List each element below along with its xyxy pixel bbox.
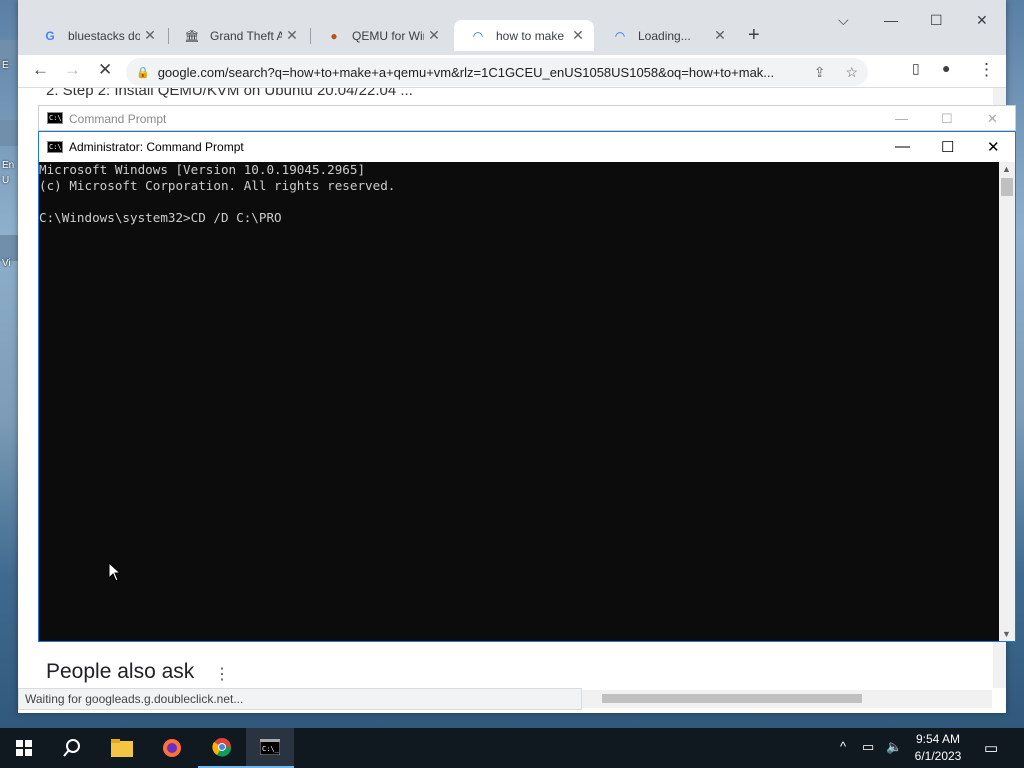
volume-muted-icon[interactable]: 🔈 [886, 739, 902, 755]
tab-strip: G bluestacks do ✕ 🏛 Grand Theft A ✕ ● QE… [18, 0, 1006, 55]
console-prompt-line: C:\Windows\system32>CD /D C:\PRO [39, 210, 282, 225]
close-icon[interactable]: ✕ [987, 138, 1000, 156]
cmd-icon: C:\ [47, 112, 63, 124]
tab-title: QEMU for Win [352, 28, 424, 43]
clock-date: 6/1/2023 [914, 749, 962, 763]
profile-avatar-icon[interactable]: ● [942, 60, 950, 76]
bookmark-star-icon[interactable]: ☆ [845, 64, 858, 81]
file-explorer-icon[interactable] [98, 728, 146, 768]
tab-search-icon[interactable]: ⌵ [838, 12, 849, 29]
browser-tab[interactable]: ◠ Loading... ✕ [596, 20, 736, 51]
close-icon[interactable]: ✕ [976, 12, 988, 29]
browser-toolbar: ← → ✕ 🔒 google.com/search?q=how+to+make+… [18, 55, 1006, 88]
lock-icon: 🔒 [136, 66, 150, 79]
console-line: Microsoft Windows [Version 10.0.19045.29… [39, 162, 366, 177]
more-options-icon[interactable]: ⋮ [214, 664, 230, 684]
close-tab-icon[interactable]: ✕ [140, 27, 160, 44]
minimize-icon[interactable]: — [884, 12, 898, 28]
clock-time: 9:54 AM [915, 732, 961, 746]
console-scrollbar[interactable]: ▲ ▼ [999, 162, 1015, 641]
command-prompt-window-inactive[interactable]: C:\ Command Prompt — ☐ ✕ [38, 105, 1016, 131]
console-output[interactable]: Microsoft Windows [Version 10.0.19045.29… [39, 162, 999, 641]
horizontal-scrollbar[interactable] [582, 690, 992, 708]
minimize-icon[interactable]: — [895, 138, 910, 155]
system-clock[interactable]: 9:54 AM 6/1/2023 [906, 731, 970, 765]
svg-text:C:\_: C:\_ [262, 745, 280, 753]
cmd-icon: C:\ [47, 141, 63, 153]
notification-center-icon[interactable]: ▭ [984, 739, 998, 757]
show-hidden-icons-chevron-icon[interactable]: ^ [840, 739, 846, 754]
back-icon[interactable]: ← [32, 60, 49, 80]
taskbar: C:\_ ^ ▭ 🔈 9:54 AM 6/1/2023 ▭ [0, 728, 1024, 768]
close-tab-icon[interactable]: ✕ [424, 27, 444, 44]
museum-icon: 🏛 [184, 28, 200, 43]
command-prompt-taskbar-icon[interactable]: C:\_ [246, 728, 294, 768]
cmd-title-bar[interactable]: C:\ Administrator: Command Prompt — ☐ ✕ [39, 132, 1015, 162]
tab-title: Loading... [638, 28, 691, 43]
close-tab-icon[interactable]: ✕ [710, 27, 730, 44]
close-tab-icon[interactable]: ✕ [568, 27, 588, 44]
maximize-icon[interactable]: ☐ [930, 12, 943, 29]
qemu-icon: ● [330, 28, 338, 43]
tab-title: how to make e [496, 28, 568, 43]
console-line: (c) Microsoft Corporation. All rights re… [39, 178, 396, 193]
scroll-up-icon[interactable]: ▲ [1002, 164, 1011, 174]
browser-tab[interactable]: ● QEMU for Win ✕ [310, 20, 450, 51]
close-icon[interactable]: ✕ [987, 111, 998, 127]
browser-tab[interactable]: 🏛 Grand Theft A ✕ [168, 20, 308, 51]
chrome-icon[interactable] [198, 728, 246, 768]
forward-icon[interactable]: → [64, 60, 81, 80]
network-icon[interactable]: ▭ [862, 739, 874, 755]
desktop-icon[interactable] [0, 120, 18, 146]
search-result-step[interactable]: 2. Step 2: Install QEMU/KVM on Ubuntu 20… [46, 88, 413, 99]
menu-kebab-icon[interactable]: ⋮ [978, 60, 995, 80]
loading-spinner-icon: ◠ [614, 28, 626, 43]
desktop-icon-label: E [2, 60, 9, 71]
scroll-thumb[interactable] [602, 694, 862, 703]
loading-spinner-icon: ◠ [472, 28, 484, 43]
firefox-icon[interactable] [148, 728, 196, 768]
window-title: Command Prompt [69, 112, 167, 126]
mouse-pointer-icon [108, 562, 122, 582]
search-icon[interactable] [48, 728, 96, 768]
tab-title: bluestacks do [68, 28, 140, 43]
desktop-icon-label: Vi [2, 258, 11, 269]
people-also-ask-heading: People also ask [46, 660, 195, 683]
status-bubble: Waiting for googleads.g.doubleclick.net.… [18, 688, 582, 710]
window-title: Administrator: Command Prompt [69, 140, 244, 154]
start-windows-icon[interactable] [0, 728, 48, 768]
close-tab-icon[interactable]: ✕ [282, 27, 302, 44]
side-panel-icon[interactable]: ▯ [912, 60, 920, 77]
maximize-icon[interactable]: ☐ [941, 111, 953, 127]
google-g-icon: G [45, 28, 55, 43]
desktop-icon-label: En [2, 160, 15, 171]
stop-loading-icon[interactable]: ✕ [98, 60, 112, 80]
desktop-icon-label: U [2, 175, 10, 186]
scroll-thumb[interactable] [1001, 178, 1013, 196]
share-icon[interactable]: ⇪ [814, 64, 826, 81]
new-tab-icon[interactable]: + [748, 24, 760, 47]
browser-tab[interactable]: G bluestacks do ✕ [26, 20, 166, 51]
maximize-icon[interactable]: ☐ [941, 138, 954, 156]
url-text: google.com/search?q=how+to+make+a+qemu+v… [157, 64, 775, 80]
tab-title: Grand Theft A [210, 28, 282, 43]
scroll-down-icon[interactable]: ▼ [1002, 629, 1011, 639]
minimize-icon[interactable]: — [895, 111, 908, 126]
address-bar[interactable]: 🔒 google.com/search?q=how+to+make+a+qemu… [126, 58, 868, 86]
browser-tab-active[interactable]: ◠ how to make e ✕ [454, 20, 594, 51]
command-prompt-window: C:\ Administrator: Command Prompt — ☐ ✕ … [38, 131, 1016, 642]
